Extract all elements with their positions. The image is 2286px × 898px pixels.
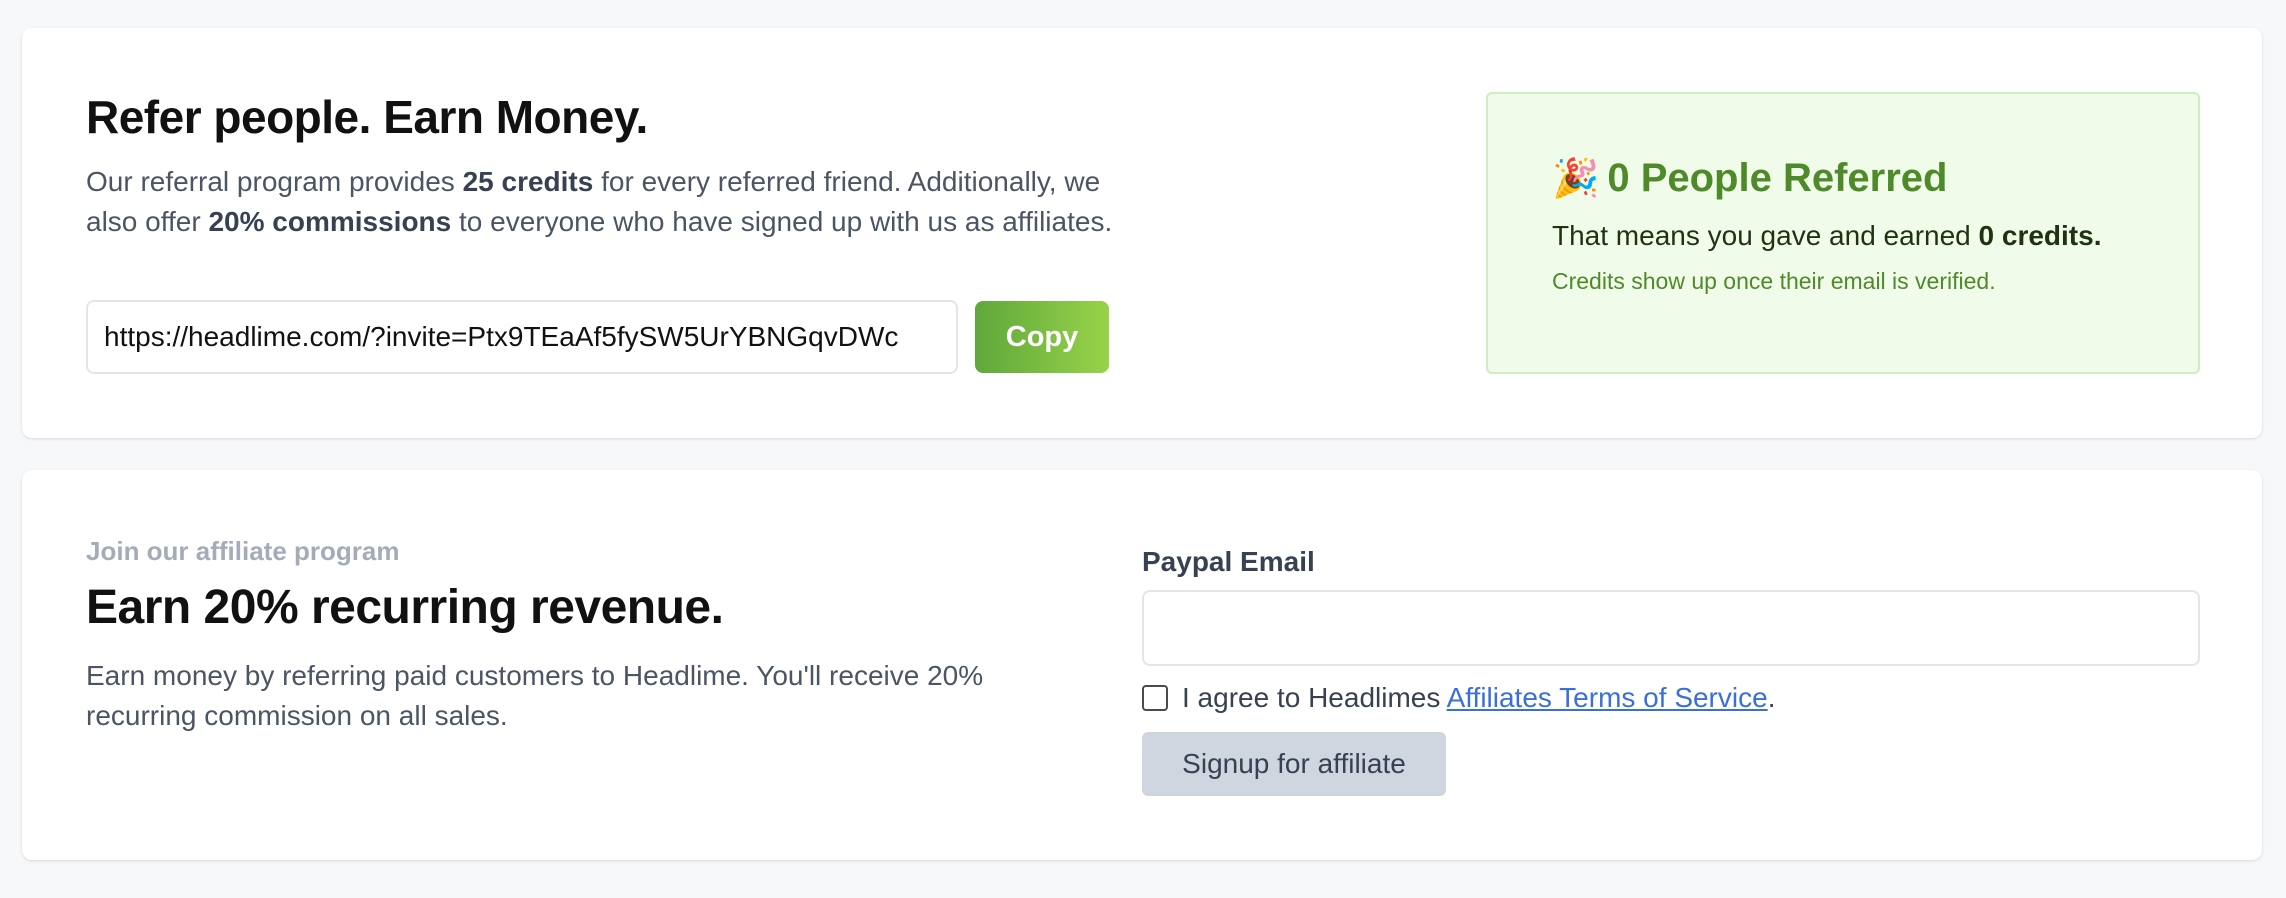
- referral-card: Refer people. Earn Money. Our referral p…: [22, 28, 2262, 438]
- copy-button[interactable]: Copy: [975, 301, 1109, 373]
- affiliate-description: Earn money by referring paid customers t…: [86, 660, 984, 731]
- terms-agreement-text: I agree to Headlimes Affiliates Terms of…: [1182, 682, 1775, 714]
- credits-note: Credits show up once their email is veri…: [1552, 268, 1996, 294]
- affiliate-card: Join our affiliate program Earn 20% recu…: [22, 470, 2262, 860]
- referral-desc-text: Our referral program provides: [86, 166, 463, 197]
- terms-agreement-row: I agree to Headlimes Affiliates Terms of…: [1142, 682, 1775, 714]
- paypal-email-label: Paypal Email: [1142, 546, 1315, 577]
- terms-prefix: I agree to Headlimes: [1182, 682, 1447, 713]
- referral-count-heading: 🎉 0 People Referred: [1552, 156, 1947, 201]
- commission-amount: 20% commissions: [208, 206, 452, 237]
- terms-checkbox[interactable]: [1142, 685, 1168, 711]
- affiliate-eyebrow: Join our affiliate program: [86, 536, 400, 566]
- credits-summary: That means you gave and earned 0 credits…: [1552, 220, 2101, 252]
- signup-affiliate-button[interactable]: Signup for affiliate: [1142, 732, 1446, 796]
- paypal-email-input[interactable]: [1142, 590, 2200, 666]
- affiliate-title: Earn 20% recurring revenue.: [86, 581, 724, 634]
- referral-description: Our referral program provides 25 credits…: [86, 162, 1126, 242]
- party-popper-icon: 🎉: [1552, 157, 1600, 200]
- referral-stats-panel: 🎉 0 People Referred That means you gave …: [1486, 92, 2200, 374]
- credits-amount: 25 credits: [462, 166, 594, 197]
- referral-count-text: 0 People Referred: [1607, 156, 1948, 200]
- credits-summary-text: That means you gave and earned: [1552, 220, 1979, 251]
- affiliate-terms-link[interactable]: Affiliates Terms of Service: [1447, 682, 1768, 713]
- terms-period: .: [1767, 682, 1776, 713]
- credits-earned: 0 credits.: [1978, 220, 2102, 251]
- referral-desc-text: to everyone who have signed up with us a…: [451, 206, 1113, 237]
- referral-title: Refer people. Earn Money.: [86, 91, 648, 143]
- invite-link-input[interactable]: [86, 300, 958, 374]
